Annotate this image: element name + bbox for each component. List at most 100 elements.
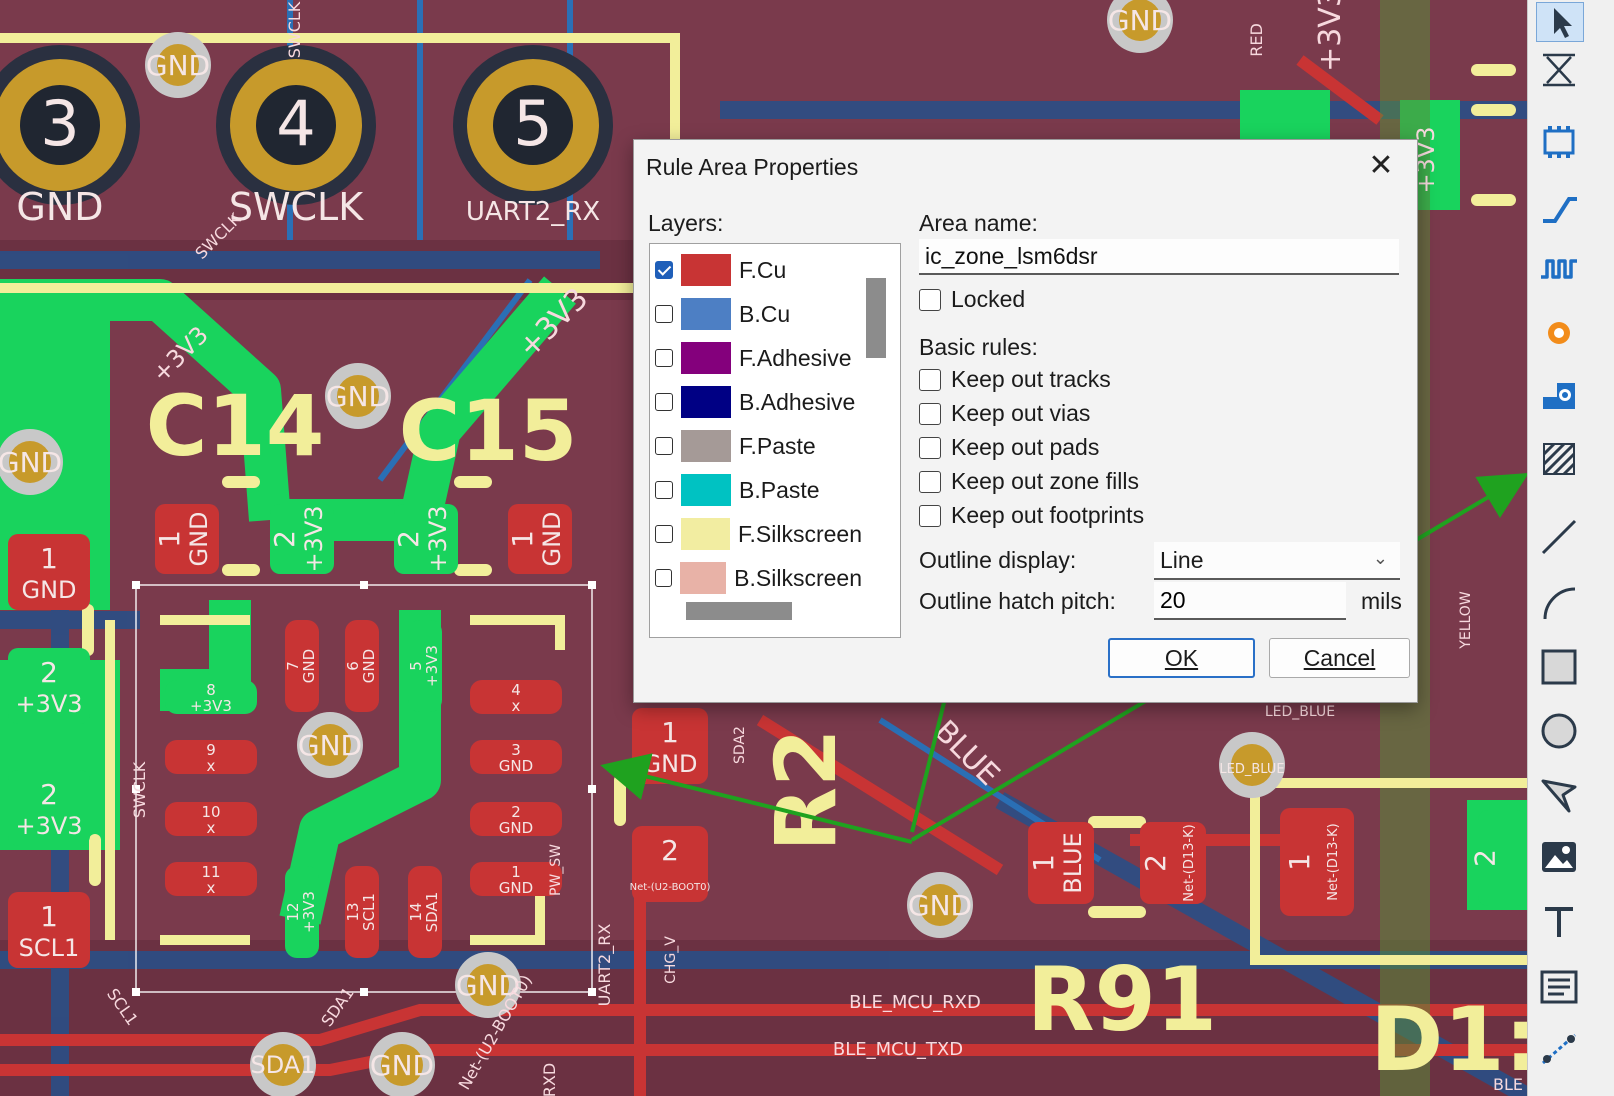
add-text-icon[interactable] xyxy=(1536,902,1582,940)
track-net-label: PW_SW xyxy=(548,844,564,896)
ic-pad-net: SDA1 xyxy=(423,892,441,933)
via-net-label: GND xyxy=(908,889,972,922)
via-net-label: GND xyxy=(370,1049,434,1082)
layer-color-swatch xyxy=(681,342,731,374)
smd-pad-number: 2 xyxy=(1139,854,1172,872)
smd-pad-net: +3V3 xyxy=(424,505,452,572)
keep-out-vias-checkbox[interactable]: Keep out vias xyxy=(919,400,1090,427)
add-textbox-icon[interactable] xyxy=(1536,968,1582,1006)
track-net-label: BLE_MCU_RXD xyxy=(849,992,981,1013)
add-via-icon[interactable] xyxy=(1536,314,1582,352)
layer-name: B.Paste xyxy=(739,476,820,503)
cancel-button[interactable]: Cancel xyxy=(1269,638,1410,678)
locked-checkbox-box[interactable] xyxy=(919,288,941,311)
draw-circle-icon[interactable] xyxy=(1536,712,1582,750)
smd-pad-number: 1 xyxy=(506,530,539,548)
keep-out-zone-fills-label: Keep out zone fills xyxy=(951,468,1139,494)
layer-name: F.Adhesive xyxy=(739,344,852,371)
layer-row[interactable]: F.Cu xyxy=(650,248,862,292)
layer-checkbox[interactable] xyxy=(655,305,673,323)
layer-checkbox[interactable] xyxy=(655,525,673,543)
keep-out-pads-checkbox[interactable]: Keep out pads xyxy=(919,434,1099,461)
reference-designator: R2 xyxy=(757,728,855,851)
layer-row[interactable]: B.Cu xyxy=(650,292,862,336)
layer-checkbox[interactable] xyxy=(655,437,673,455)
smd-pad-number: 2 xyxy=(40,778,58,811)
ic-pad-net: x xyxy=(207,757,216,775)
keep-out-tracks-box[interactable] xyxy=(919,368,941,391)
add-footprint-icon[interactable] xyxy=(1536,122,1582,160)
track-net-label: SWCLK xyxy=(130,761,149,818)
smd-pad-net: GND xyxy=(642,750,697,778)
layer-list-horizontal-scrollbar[interactable] xyxy=(686,602,792,620)
layer-checkbox[interactable] xyxy=(655,261,673,279)
layer-row[interactable]: F.Silkscreen xyxy=(650,512,862,556)
via-net-label: GND xyxy=(146,49,210,82)
route-track-icon[interactable] xyxy=(1536,188,1582,226)
smd-pad-number: 1 xyxy=(661,716,679,749)
layer-list[interactable]: F.Cu B.Cu F.Adhesive B.Adhesive F.Paste B.Pas… xyxy=(649,243,901,638)
rule-area-properties-dialog: Rule Area Properties ✕ Layers: F.Cu B.Cu F… xyxy=(633,139,1418,703)
track-net-label: YELLOW xyxy=(1458,591,1474,650)
draw-polygon-icon[interactable] xyxy=(1536,776,1582,814)
keep-out-footprints-box[interactable] xyxy=(919,504,941,527)
smd-pad-number: 2 xyxy=(661,834,679,867)
tht-pad-number: 3 xyxy=(40,87,79,160)
add-zone-icon[interactable] xyxy=(1536,376,1582,414)
select-icon[interactable] xyxy=(1536,2,1584,42)
smd-pad-net: +3V3 xyxy=(15,690,82,718)
close-icon[interactable]: ✕ xyxy=(1363,148,1399,184)
smd-pad-net: +3V3 xyxy=(300,505,328,572)
layer-color-swatch xyxy=(679,562,727,594)
layer-checkbox[interactable] xyxy=(655,393,673,411)
draw-line-icon[interactable] xyxy=(1536,518,1582,556)
smd-pad-net: BLUE xyxy=(1059,832,1087,893)
layer-row[interactable]: B.Silkscreen xyxy=(650,556,862,600)
keep-out-zone-fills-box[interactable] xyxy=(919,470,941,493)
locked-label: Locked xyxy=(951,286,1026,312)
reference-designator: C15 xyxy=(399,382,578,480)
locked-checkbox[interactable]: Locked xyxy=(919,286,1025,313)
ok-button[interactable]: OK xyxy=(1108,638,1255,678)
layer-checkbox[interactable] xyxy=(655,569,672,587)
add-image-icon[interactable] xyxy=(1536,838,1582,876)
layer-row[interactable]: B.Adhesive xyxy=(650,380,862,424)
keep-out-tracks-checkbox[interactable]: Keep out tracks xyxy=(919,366,1111,393)
layer-checkbox[interactable] xyxy=(655,349,673,367)
draw-rectangle-icon[interactable] xyxy=(1536,648,1582,686)
smd-pad-number: 1 xyxy=(40,542,58,575)
layer-list-vertical-scrollbar[interactable] xyxy=(866,278,886,358)
area-name-label: Area name: xyxy=(919,210,1038,236)
keep-out-pads-box[interactable] xyxy=(919,436,941,459)
dialog-title: Rule Area Properties xyxy=(646,154,859,180)
keep-out-zone-fills-checkbox[interactable]: Keep out zone fills xyxy=(919,468,1139,495)
ic-pad-net: +3V3 xyxy=(423,645,441,687)
draw-arc-icon[interactable] xyxy=(1536,584,1582,622)
layer-name: F.Cu xyxy=(739,256,787,283)
tht-pad-net: SWCLK xyxy=(229,185,364,229)
cancel-button-label: Cancel xyxy=(1303,644,1376,671)
keep-out-vias-box[interactable] xyxy=(919,402,941,425)
ic-pad-net: GND xyxy=(360,649,378,683)
via-net-label: LED_BLUE xyxy=(1219,762,1284,777)
add-dimension-icon[interactable] xyxy=(1536,1030,1582,1068)
tht-pad-net: UART2_RX xyxy=(466,197,600,227)
tht-pad-number: 5 xyxy=(513,87,552,160)
layer-color-swatch xyxy=(681,430,731,462)
layer-row[interactable]: F.Paste xyxy=(650,424,862,468)
layer-name: B.Silkscreen xyxy=(734,564,862,591)
area-name-input[interactable] xyxy=(919,239,1399,275)
local-ratsnest-icon[interactable] xyxy=(1536,50,1582,88)
layer-checkbox[interactable] xyxy=(655,481,673,499)
tune-length-icon[interactable] xyxy=(1536,250,1582,288)
outline-hatch-pitch-input[interactable] xyxy=(1154,582,1346,620)
add-rule-area-icon[interactable] xyxy=(1536,440,1582,478)
tht-pad-number: 4 xyxy=(276,87,315,160)
outline-display-select[interactable]: Line ⌄ xyxy=(1154,542,1400,580)
keep-out-footprints-checkbox[interactable]: Keep out footprints xyxy=(919,502,1144,529)
smd-pad-number: 2 xyxy=(40,656,58,689)
smd-pad-net: GND xyxy=(538,511,566,566)
layer-row[interactable]: B.Paste xyxy=(650,468,862,512)
layer-row[interactable]: F.Adhesive xyxy=(650,336,862,380)
track-net-label: SDA2 xyxy=(732,726,748,764)
